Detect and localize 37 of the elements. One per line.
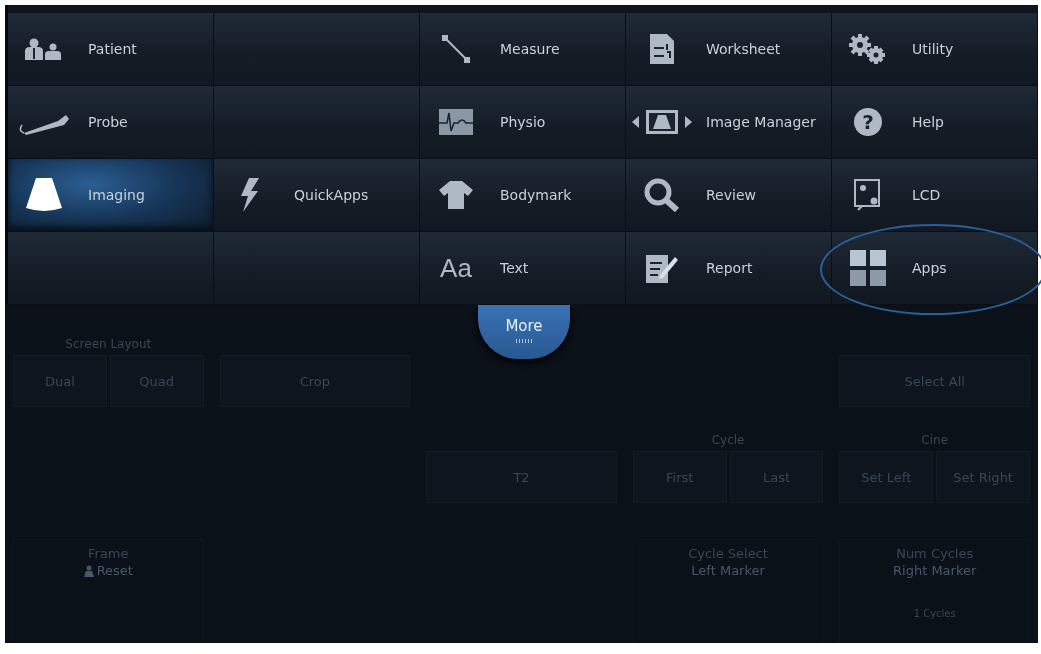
four-squares-icon [850,250,886,286]
lightning-bolt-icon [241,178,259,212]
menu-tile[interactable]: QuickApps [214,159,420,232]
menu-tile[interactable]: ? Help [832,86,1038,159]
menu-tile[interactable]: Probe [8,86,214,159]
menu-tile[interactable]: Physio [420,86,626,159]
menu-tile[interactable]: Review [626,159,832,232]
group-label: Screen Layout [65,337,152,351]
menu-tile[interactable]: Image Manager [626,86,832,159]
help-icon: ? [854,108,882,136]
people-icon [25,38,63,60]
document-pen-icon [646,253,678,283]
menu-tile[interactable]: Measure [420,13,626,86]
numbered-sheet-icon [650,34,674,64]
menu-tile[interactable]: LCD [832,159,1038,232]
image-carousel-icon [632,109,692,135]
menu-tile[interactable]: Imaging [8,159,214,232]
menu-tile[interactable]: Bodymark [420,159,626,232]
group-label: Cine [921,433,949,447]
font-glyph-icon: Aa [440,252,472,284]
group-label: Cycle [711,433,745,447]
menu-tile[interactable]: Apps [832,232,1038,305]
magnifier-icon [644,178,680,212]
menu-tile[interactable]: Report [626,232,832,305]
line-segment-icon [441,34,471,64]
waveform-icon [439,109,473,135]
menu-tile[interactable]: Aa Text [420,232,626,305]
monitor-icon [854,179,882,211]
ultrasound-fan-icon [26,178,62,212]
gears-icon [848,34,888,64]
menu-tile[interactable]: Worksheet [626,13,832,86]
shirt-icon [439,181,473,209]
menu-tile[interactable]: Utility [832,13,1038,86]
menu-tile[interactable]: Patient [8,13,214,86]
person-icon [83,564,94,577]
more-tab[interactable]: More [478,305,570,359]
dots-icon [515,339,533,343]
